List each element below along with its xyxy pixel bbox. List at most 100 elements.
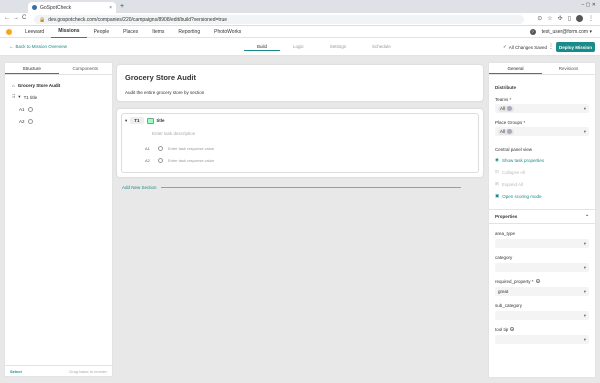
- category-select[interactable]: ▾: [495, 263, 589, 272]
- share-icon[interactable]: ⊙: [537, 15, 542, 22]
- help-icon[interactable]: ?: [529, 29, 536, 35]
- nav-people[interactable]: People: [87, 26, 117, 38]
- teams-select[interactable]: All ▾: [495, 104, 589, 113]
- answer-input[interactable]: Enter task response value: [168, 158, 214, 163]
- deploy-mission-button[interactable]: Deploy Mission: [556, 42, 595, 52]
- remove-chip-icon[interactable]: [506, 106, 512, 111]
- tree-answer-label: A2: [19, 118, 25, 124]
- tab-logic[interactable]: Logic: [280, 42, 317, 51]
- browser-tabstrip: GoSpotCheck × + – ▢ ✕: [0, 0, 600, 13]
- tab-components[interactable]: Components: [59, 63, 113, 74]
- tool-tip-select[interactable]: ▾: [495, 335, 589, 344]
- back-arrow-icon[interactable]: ←: [4, 15, 10, 21]
- sub-category-select[interactable]: ▾: [495, 311, 589, 320]
- tab-close-icon[interactable]: ×: [109, 5, 112, 11]
- extensions-icon[interactable]: ✣: [558, 15, 563, 22]
- lock-icon: 🔒: [39, 16, 46, 23]
- place-groups-chip: All: [498, 128, 514, 135]
- window-controls[interactable]: – ▢ ✕: [582, 2, 596, 8]
- nav-places[interactable]: Places: [116, 26, 145, 38]
- chevron-up-icon: ⌃: [585, 214, 589, 219]
- radio-icon: [27, 106, 33, 112]
- add-new-section-button[interactable]: Add New Section: [122, 185, 461, 190]
- answer-input[interactable]: Enter task response value: [168, 146, 214, 151]
- section-card: ▾ T1 title Enter task description A1 Ent…: [117, 109, 483, 177]
- tab-structure[interactable]: Structure: [5, 63, 59, 74]
- remove-chip-icon[interactable]: [506, 129, 512, 134]
- central-panel-view-label: Central panel view: [495, 147, 533, 152]
- more-options-icon[interactable]: ⋮: [548, 43, 554, 50]
- task-number-badge: T1: [130, 117, 144, 124]
- tab-title: GoSpotCheck: [40, 4, 72, 11]
- new-tab-button[interactable]: +: [120, 3, 124, 10]
- mission-header-card[interactable]: Grocery Store Audit Audit the entire gro…: [117, 65, 483, 101]
- tree-task[interactable]: ⠿ ▾ T1 title: [12, 91, 105, 103]
- mission-subheader: ← Back to Mission Overview Build Logic S…: [0, 38, 600, 56]
- tree-mission[interactable]: ⌂ Grocery Store Audit: [12, 79, 105, 91]
- answer-label: A2: [145, 158, 150, 163]
- scoring-icon: ▣: [495, 193, 500, 198]
- collapse-all-label: Collapse All: [501, 169, 526, 175]
- tree-answer[interactable]: A1: [12, 103, 105, 115]
- task-name[interactable]: title: [157, 118, 165, 123]
- chevron-down-icon: ▾: [583, 105, 586, 111]
- radio-icon: [158, 146, 163, 151]
- required-property-select[interactable]: great ▾: [495, 287, 589, 296]
- reload-icon[interactable]: C: [22, 15, 26, 21]
- nav-missions[interactable]: Missions: [51, 26, 87, 38]
- back-to-overview-link[interactable]: ← Back to Mission Overview: [9, 44, 67, 49]
- select-button[interactable]: Select: [10, 369, 22, 374]
- mission-title[interactable]: Grocery Store Audit: [125, 73, 196, 82]
- eye-icon: ◉: [495, 157, 499, 162]
- task-card[interactable]: ▾ T1 title Enter task description A1 Ent…: [121, 113, 479, 173]
- nav-leeward[interactable]: Leeward: [18, 26, 51, 38]
- save-status: ✓ All Changes Saved: [503, 44, 547, 50]
- tab-general[interactable]: General: [489, 63, 542, 74]
- expand-all-link[interactable]: ⊞ Expand All: [495, 181, 523, 187]
- logo-icon[interactable]: [6, 28, 12, 35]
- tab-revisions[interactable]: Revisions: [542, 63, 595, 74]
- caret-down-icon[interactable]: ▾: [125, 118, 127, 124]
- open-scoring-mode-link[interactable]: ▣ Open scoring mode: [495, 193, 542, 199]
- browser-tab[interactable]: GoSpotCheck ×: [28, 2, 116, 13]
- mission-description[interactable]: Audit the entire grocery store by sectio…: [125, 90, 204, 95]
- tab-schedule[interactable]: Schedule: [359, 42, 404, 51]
- chevron-down-icon: ▾: [583, 288, 586, 294]
- tree-answer[interactable]: A2: [12, 115, 105, 127]
- nav-photoworks[interactable]: PhotoWorks: [207, 26, 248, 38]
- add-section-label: Add New Section: [122, 185, 157, 190]
- divider: [489, 223, 595, 224]
- tab-settings[interactable]: Settings: [317, 42, 359, 51]
- area-type-select[interactable]: ▾: [495, 239, 589, 248]
- forward-arrow-icon[interactable]: →: [13, 15, 19, 21]
- help-icon[interactable]: ?: [535, 279, 540, 284]
- tree-task-label: T1 title: [23, 94, 38, 100]
- teams-chip-label: All: [500, 106, 506, 111]
- properties-header[interactable]: Properties ⌃: [495, 214, 589, 220]
- profile-avatar[interactable]: [576, 15, 583, 22]
- user-menu[interactable]: test_user@form.com ▾: [542, 29, 592, 35]
- divider-line: [160, 187, 461, 188]
- url-input[interactable]: 🔒 dev.gospotcheck.com/companies/220/camp…: [34, 15, 524, 24]
- nav-items[interactable]: Items: [145, 26, 171, 38]
- collapse-all-link[interactable]: ⊟ Collapse All: [495, 169, 525, 175]
- chevron-down-icon: ▾: [583, 312, 586, 318]
- bookmark-star-icon[interactable]: ☆: [547, 15, 552, 22]
- tree-answer-label: A1: [19, 106, 25, 112]
- nav-reporting[interactable]: Reporting: [171, 26, 207, 38]
- back-arrow-icon: ←: [9, 44, 14, 49]
- field-label: area_type: [495, 231, 516, 236]
- chevron-down-icon: ▾: [583, 336, 586, 342]
- caret-down-icon[interactable]: ▾: [18, 94, 20, 100]
- task-description-input[interactable]: Enter task description: [152, 131, 195, 136]
- field-value: great: [498, 289, 509, 294]
- sidebar-icon[interactable]: ▯: [568, 15, 571, 22]
- build-stepper: Build Logic Settings Schedule: [244, 42, 404, 51]
- drag-handle-icon[interactable]: ⠿: [12, 94, 15, 100]
- place-groups-select[interactable]: All ▾: [495, 127, 589, 136]
- answer-row: A1 Enter task response value: [145, 146, 214, 151]
- tab-build[interactable]: Build: [244, 42, 281, 51]
- show-task-properties-link[interactable]: ◉ Show task properties: [495, 157, 544, 163]
- browser-menu-icon[interactable]: ⋮: [588, 15, 594, 22]
- help-icon[interactable]: ?: [510, 327, 515, 332]
